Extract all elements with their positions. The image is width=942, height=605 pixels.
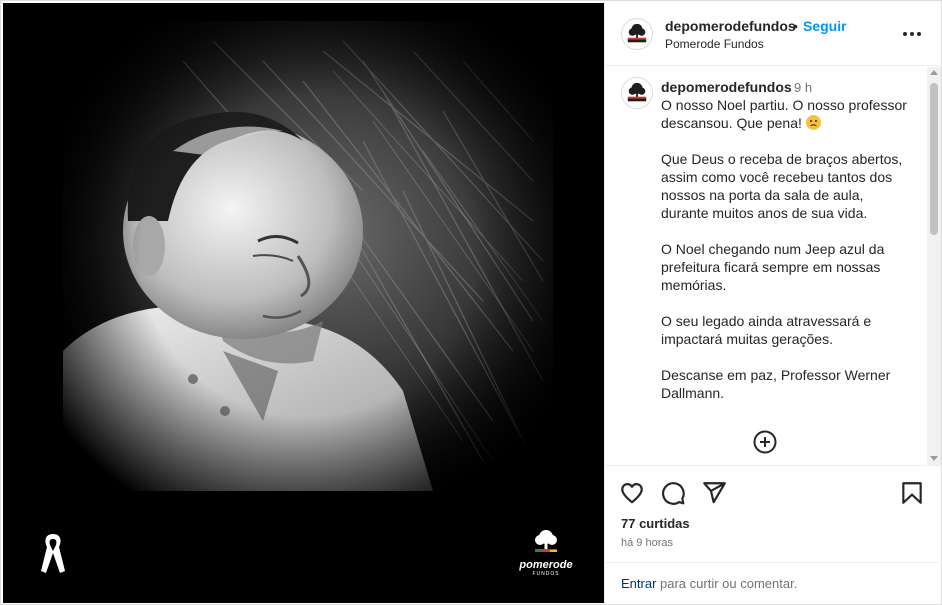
post-header: depomerodefundos • Seguir Pomerode Fundo…: [605, 2, 942, 66]
caption-avatar[interactable]: [621, 77, 653, 109]
post-image[interactable]: pomerode FUNDOS: [3, 3, 604, 603]
plus-circle-icon[interactable]: [752, 429, 778, 455]
instagram-post-embed: pomerode FUNDOS depomerodefundos • Segui…: [0, 0, 942, 605]
caption-time[interactable]: 9 h: [794, 80, 812, 95]
caption-text: O nosso Noel partiu. O nosso professor d…: [661, 96, 911, 402]
pomerode-logo: pomerode FUNDOS: [518, 529, 574, 579]
caption-paragraph: O nosso Noel partiu. O nosso professor d…: [661, 97, 907, 131]
pomerode-avatar-icon: [627, 82, 647, 102]
share-icon[interactable]: [701, 480, 727, 506]
divider: [605, 465, 942, 466]
caption-paragraph: Descanse em paz, Professor Werner Dallma…: [661, 367, 891, 401]
portrait-photo: [63, 21, 553, 491]
header-separator: •: [793, 18, 798, 34]
pomerode-avatar-icon: [627, 23, 647, 43]
caption-paragraph: O Noel chegando num Jeep azul da prefeit…: [661, 241, 885, 293]
caption-username[interactable]: depomerodefundos: [661, 79, 792, 95]
caption-paragraph: Que Deus o receba de braços abertos, ass…: [661, 151, 903, 221]
login-prompt: Entrar para curtir ou comentar.: [621, 576, 797, 591]
bookmark-icon[interactable]: [899, 480, 925, 506]
comments-scrollbar[interactable]: [927, 67, 941, 465]
scroll-down-arrow-icon[interactable]: [930, 456, 938, 461]
heart-icon[interactable]: [619, 480, 645, 506]
post-sidebar: depomerodefundos • Seguir Pomerode Fundo…: [604, 2, 942, 605]
avatar[interactable]: [621, 18, 653, 50]
scrollbar-thumb[interactable]: [930, 83, 938, 235]
scroll-up-arrow-icon[interactable]: [930, 70, 938, 75]
caption-paragraph: O seu legado ainda atravessará e impacta…: [661, 313, 872, 347]
header-username[interactable]: depomerodefundos: [665, 18, 796, 34]
post-time[interactable]: há 9 horas: [621, 537, 673, 549]
login-prompt-text: para curtir ou comentar.: [656, 576, 798, 591]
comments-area[interactable]: depomerodefundos 9 h O nosso Noel partiu…: [605, 67, 927, 465]
mourning-ribbon-icon: [41, 534, 65, 573]
comment-icon[interactable]: [660, 480, 686, 506]
login-link[interactable]: Entrar: [621, 576, 656, 591]
watermark-subtext: FUNDOS: [532, 571, 560, 577]
sad-face-emoji-icon: [805, 115, 821, 130]
divider: [605, 562, 942, 563]
follow-button[interactable]: Seguir: [803, 18, 847, 34]
watermark-text: pomerode: [519, 559, 573, 571]
tree-icon: [535, 530, 557, 552]
likes-count[interactable]: 77 curtidas: [621, 516, 690, 531]
more-icon[interactable]: [901, 24, 923, 44]
header-location[interactable]: Pomerode Fundos: [665, 37, 764, 51]
